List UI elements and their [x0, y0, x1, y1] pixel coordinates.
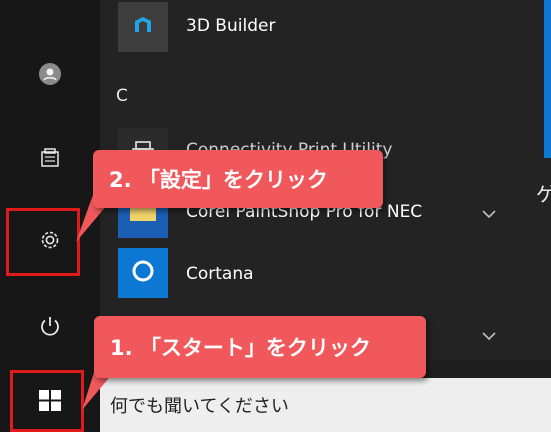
search-bar[interactable]: 何でも聞いてください	[100, 378, 551, 432]
app-tile-3d-builder[interactable]	[118, 2, 168, 52]
user-icon	[38, 62, 62, 90]
start-highlight-box	[10, 370, 84, 432]
callout-step2: 2. 「設定」をクリック	[93, 150, 383, 208]
section-letter[interactable]: C	[116, 86, 128, 106]
documents-button[interactable]	[0, 130, 100, 190]
power-icon	[38, 314, 62, 342]
app-tile-cortana[interactable]	[118, 248, 168, 298]
chevron-down-icon[interactable]	[482, 330, 496, 344]
search-placeholder[interactable]: 何でも聞いてください	[110, 392, 289, 418]
callout-step2-text: 2. 「設定」をクリック	[109, 168, 328, 192]
settings-highlight-box	[6, 208, 80, 276]
callout-step1-text: 1. 「スタート」をクリック	[110, 336, 371, 360]
3d-builder-icon	[130, 12, 156, 42]
chevron-down-icon[interactable]	[482, 208, 496, 222]
user-account-button[interactable]	[0, 46, 100, 106]
app-label-cortana[interactable]: Cortana	[186, 264, 254, 284]
tile-group-char: ゲ	[536, 182, 551, 206]
callout-step1: 1. 「スタート」をクリック	[94, 316, 426, 378]
live-tile-edge[interactable]	[544, 0, 551, 158]
cortana-circle-icon	[129, 257, 157, 289]
power-button[interactable]	[0, 298, 100, 358]
documents-icon	[39, 147, 61, 173]
app-label-3d-builder[interactable]: 3D Builder	[186, 16, 275, 36]
